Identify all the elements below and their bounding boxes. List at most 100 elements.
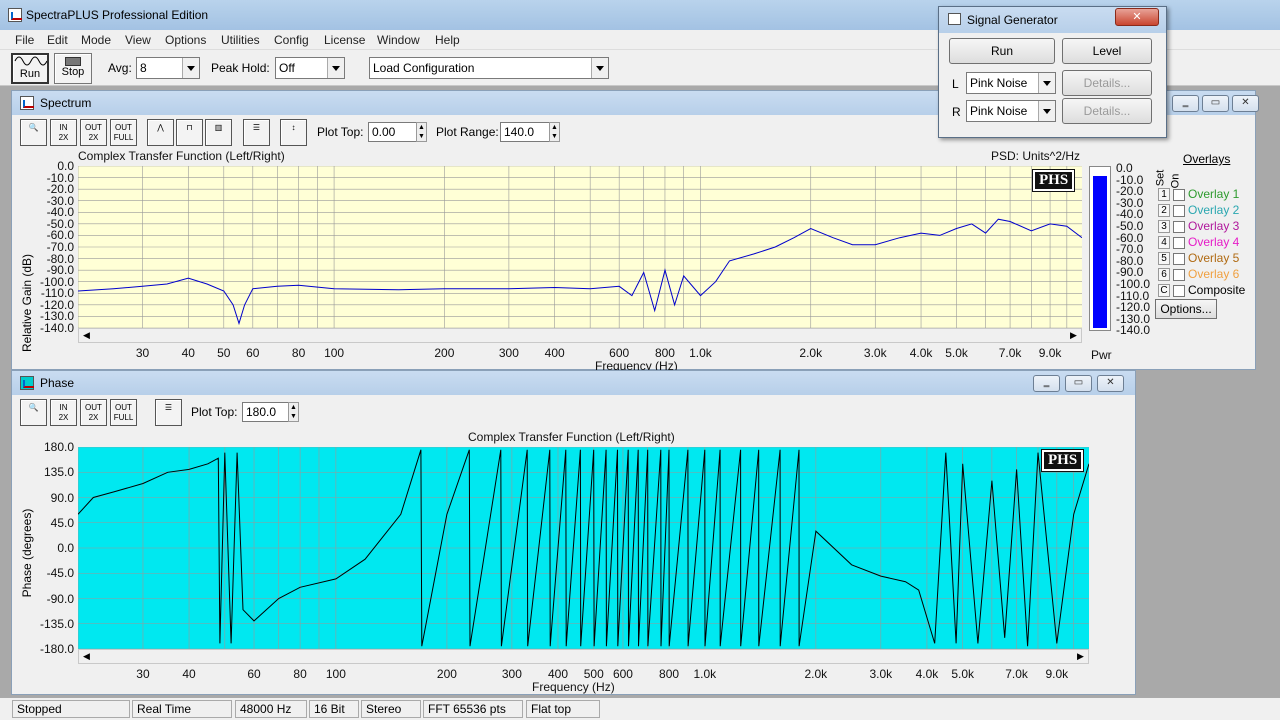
overlay-set-button[interactable]: 3	[1158, 220, 1170, 234]
overlay-row[interactable]: 4 Overlay 4	[1158, 235, 1239, 251]
phase-x-tick-label: 30	[136, 667, 150, 681]
close-button[interactable]: ✕	[1232, 95, 1259, 112]
menu-license[interactable]: License	[324, 33, 365, 47]
phase-y-tick-label: -135.0	[39, 616, 74, 631]
maximize-button[interactable]: ▭	[1065, 375, 1092, 392]
overlay-set-button[interactable]: 2	[1158, 204, 1170, 218]
right-signal-select[interactable]: Pink Noise	[966, 100, 1056, 122]
phase-x-tick-label: 600	[612, 667, 633, 681]
overlay-checkbox[interactable]	[1173, 220, 1185, 233]
zoom-icon[interactable]: 🔍	[20, 119, 47, 146]
autoscale-icon[interactable]: ↕	[280, 119, 307, 146]
right-signal-value: Pink Noise	[970, 104, 1028, 118]
generator-run-button[interactable]: Run	[949, 38, 1055, 64]
overlay-label: Overlay 6	[1188, 267, 1240, 281]
menu-edit[interactable]: Edit	[47, 33, 68, 47]
overlay-checkbox[interactable]	[1173, 268, 1185, 281]
overlays-options-button[interactable]: Options...	[1155, 299, 1217, 319]
overlay-checkbox[interactable]	[1173, 252, 1185, 265]
overlay-set-button[interactable]: 4	[1158, 236, 1170, 250]
waveform-icon	[14, 56, 48, 66]
spectrum-y-tick-label: -140.0	[39, 321, 74, 335]
left-signal-select[interactable]: Pink Noise	[966, 72, 1056, 94]
avg-select[interactable]: 8	[136, 57, 200, 79]
phase-window-icon	[20, 376, 34, 390]
menu-utilities[interactable]: Utilities	[221, 33, 260, 47]
phase-x-tick-label: 1.0k	[693, 667, 717, 681]
status-bit-depth: 16 Bit	[309, 700, 359, 718]
config-select[interactable]: Load Configuration	[369, 57, 609, 79]
power-label: Pwr	[1091, 348, 1112, 362]
phase-scrollbar[interactable]: ◀ ▶	[78, 649, 1089, 664]
plot-top-spinner[interactable]: ▲ ▼	[288, 402, 299, 422]
overlay-set-button[interactable]: 1	[1158, 188, 1170, 202]
spectrum-x-tick-label: 1.0k	[689, 346, 712, 360]
line-plot-icon[interactable]: ⋀	[147, 119, 174, 146]
legend-icon[interactable]: ☰	[155, 399, 182, 426]
phase-window: Phase ‗ ▭ ✕ 🔍 IN 2X OUT 2X OUT FULL ☰ Plot …	[11, 370, 1136, 695]
menu-file[interactable]: File	[15, 33, 34, 47]
right-details-button[interactable]: Details...	[1062, 98, 1152, 124]
overlay-set-button[interactable]: C	[1158, 284, 1170, 298]
plot-top-input[interactable]: 180.0	[242, 402, 290, 422]
overlay-row[interactable]: 3 Overlay 3	[1158, 219, 1239, 235]
spectrum-x-tick-label: 300	[498, 346, 519, 360]
phase-plot	[78, 447, 1089, 649]
overlay-row[interactable]: C Composite	[1158, 283, 1245, 299]
zoom-full-icon[interactable]: OUT FULL	[110, 119, 137, 146]
overlay-checkbox[interactable]	[1173, 236, 1185, 249]
phase-y-tick-label: 0.0	[57, 541, 74, 555]
overlay-set-button[interactable]: 5	[1158, 252, 1170, 266]
overlay-row[interactable]: 6 Overlay 6	[1158, 267, 1239, 283]
run-label: Run	[19, 68, 41, 80]
phase-x-tick-label: 500	[583, 667, 604, 681]
run-button[interactable]: Run	[11, 53, 49, 84]
close-button[interactable]: ✕	[1115, 8, 1159, 26]
left-details-button[interactable]: Details...	[1062, 70, 1152, 96]
overlay-checkbox[interactable]	[1173, 204, 1185, 217]
spectrum-scrollbar[interactable]: ◀ ▶	[78, 328, 1082, 343]
plot-top-spinner[interactable]: ▲ ▼	[416, 122, 427, 142]
status-window: Flat top	[526, 700, 600, 718]
overlay-row[interactable]: 2 Overlay 2	[1158, 203, 1239, 219]
overlay-checkbox[interactable]	[1173, 284, 1185, 297]
overlay-set-button[interactable]: 6	[1158, 268, 1170, 282]
phase-y-tick-label: 135.0	[43, 465, 74, 480]
plot-range-input[interactable]: 140.0	[500, 122, 554, 142]
minimize-button[interactable]: ‗	[1033, 375, 1060, 392]
zoom-icon[interactable]: 🔍	[20, 399, 47, 426]
step-plot-icon[interactable]: ⊓	[176, 119, 203, 146]
menu-help[interactable]: Help	[435, 33, 460, 47]
generator-level-button[interactable]: Level	[1062, 38, 1152, 64]
menu-options[interactable]: Options	[165, 33, 206, 47]
overlay-row[interactable]: 5 Overlay 5	[1158, 251, 1239, 267]
close-button[interactable]: ✕	[1097, 375, 1124, 392]
bar-plot-icon[interactable]: ▥	[205, 119, 232, 146]
zoom-full-icon[interactable]: OUT FULL	[110, 399, 137, 426]
legend-icon[interactable]: ☰	[243, 119, 270, 146]
phase-x-tick-label: 2.0k	[804, 667, 828, 681]
peak-hold-select[interactable]: Off	[275, 57, 345, 79]
phase-x-tick-label: 60	[247, 667, 261, 681]
zoom-in-2x-icon[interactable]: IN 2X	[50, 399, 77, 426]
phase-y-tick-label: 90.0	[50, 490, 74, 505]
zoom-out-2x-icon[interactable]: OUT 2X	[80, 119, 107, 146]
chevron-down-icon	[1038, 101, 1055, 121]
zoom-in-2x-icon[interactable]: IN 2X	[50, 119, 77, 146]
stop-button[interactable]: Stop	[54, 53, 92, 84]
plot-top-label: Plot Top:	[191, 405, 238, 419]
phase-x-tick-label: 3.0k	[869, 667, 893, 681]
phs-logo: PHS	[1031, 169, 1076, 192]
menu-view[interactable]: View	[125, 33, 151, 47]
menu-config[interactable]: Config	[274, 33, 309, 47]
zoom-out-2x-icon[interactable]: OUT 2X	[80, 399, 107, 426]
minimize-button[interactable]: ‗	[1172, 95, 1199, 112]
spectrum-chart-title: Complex Transfer Function (Left/Right)	[78, 149, 285, 163]
maximize-button[interactable]: ▭	[1202, 95, 1229, 112]
overlay-row[interactable]: 1 Overlay 1	[1158, 187, 1239, 203]
phase-y-tick-label: 180.0	[43, 440, 74, 454]
overlay-checkbox[interactable]	[1173, 188, 1185, 201]
menu-mode[interactable]: Mode	[81, 33, 111, 47]
plot-range-spinner[interactable]: ▲ ▼	[549, 122, 560, 142]
menu-window[interactable]: Window	[377, 33, 420, 47]
